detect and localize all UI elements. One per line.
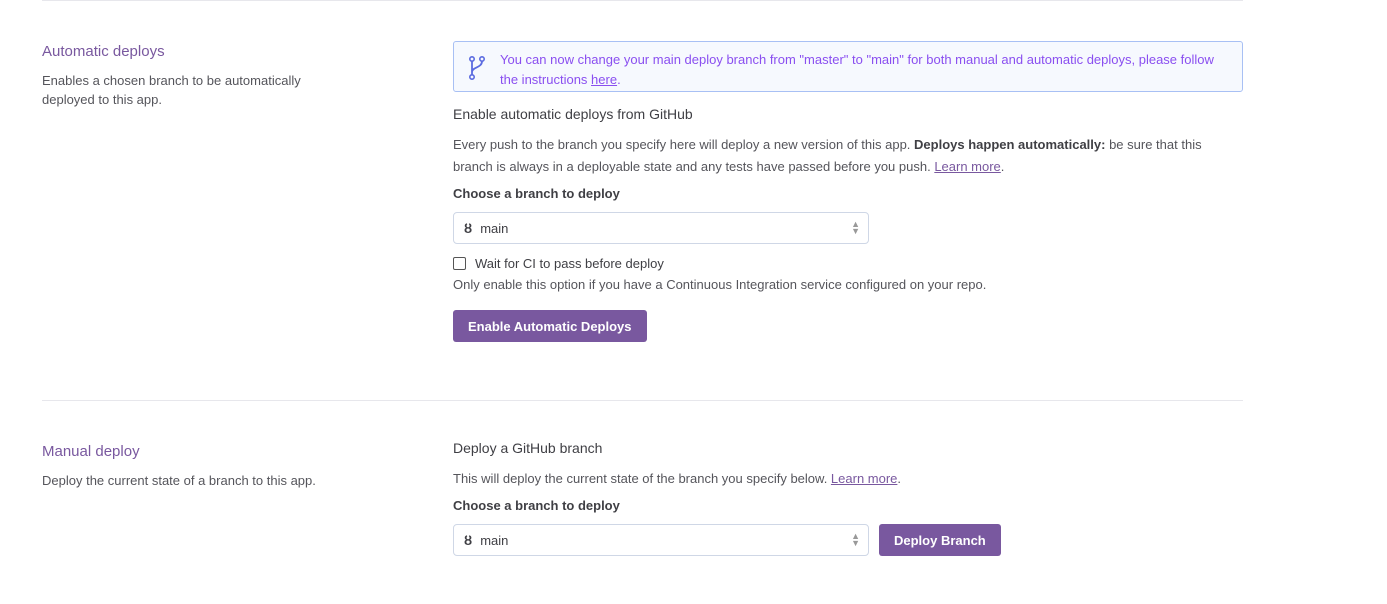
ci-checkbox[interactable] (453, 257, 466, 270)
ci-help: Only enable this option if you have a Co… (453, 277, 987, 292)
top-divider (42, 0, 1243, 1)
automatic-deploys-intro: Automatic deploys Enables a chosen branc… (42, 43, 332, 109)
learn-more-link[interactable]: Learn more (934, 159, 1000, 174)
branch-label: Choose a branch to deploy (453, 186, 620, 201)
section-divider (42, 400, 1243, 401)
deploy-branch-button[interactable]: Deploy Branch (879, 524, 1001, 556)
branch-icon (469, 56, 485, 80)
manual-deploy-description: Deploy the current state of a branch to … (42, 473, 316, 488)
automatic-deploys-title: Automatic deploys (42, 43, 165, 60)
auto-deploy-description: Every push to the branch you specify her… (453, 137, 1202, 174)
info-banner: You can now change your main deploy bran… (453, 41, 1243, 92)
chevron-updown-icon: ▲ ▼ (851, 219, 860, 236)
manual-deploy-title: Manual deploy (42, 443, 140, 460)
banner-here-link[interactable]: here (591, 72, 617, 87)
banner-text: You can now change your main deploy bran… (500, 52, 1214, 87)
enable-automatic-deploys-button[interactable]: Enable Automatic Deploys (453, 310, 647, 342)
branch-icon: ȣ (464, 532, 473, 548)
automatic-deploys-panel: You can now change your main deploy bran… (453, 41, 1243, 342)
branch-label: Choose a branch to deploy (453, 498, 620, 513)
branch-icon: ȣ (464, 220, 473, 236)
learn-more-link[interactable]: Learn more (831, 471, 897, 486)
chevron-updown-icon: ▲ ▼ (851, 531, 860, 548)
manual-deploy-desc: This will deploy the current state of th… (453, 471, 902, 486)
automatic-deploys-description: Enables a chosen branch to be automatica… (42, 73, 301, 107)
ci-label: Wait for CI to pass before deploy (475, 256, 664, 271)
manual-branch-select[interactable]: ȣ main ▲ ▼ (453, 524, 869, 556)
auto-deploy-heading: Enable automatic deploys from GitHub (453, 106, 693, 122)
manual-deploy-heading: Deploy a GitHub branch (453, 440, 603, 456)
auto-branch-select[interactable]: ȣ main ▲ ▼ (453, 212, 869, 244)
manual-deploy-panel: Deploy a GitHub branch This will deploy … (453, 440, 1243, 556)
manual-deploy-intro: Manual deploy Deploy the current state o… (42, 443, 332, 490)
